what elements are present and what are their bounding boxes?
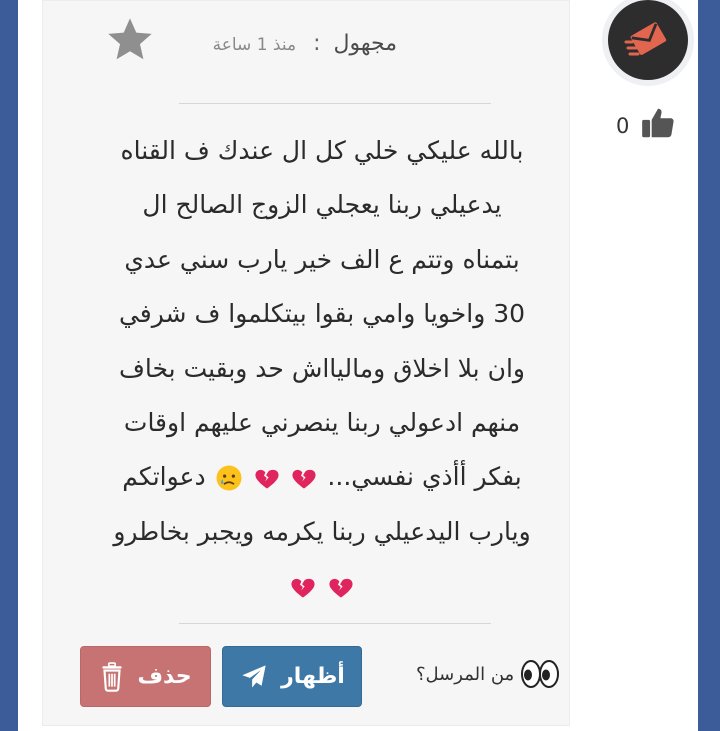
paper-plane-icon — [242, 664, 266, 687]
show-button-label: أظهار — [281, 664, 345, 689]
like-count: 0 — [616, 114, 630, 138]
divider-top — [179, 103, 491, 104]
sender-name: مجهول — [333, 31, 397, 56]
message-line: 30 واخويا وامي بقوا بيتكلموا ف شرفي — [118, 299, 526, 329]
sender-line: مجهول : منذ 1 ساعة — [213, 31, 397, 56]
message-line: بفكر أأذي نفسي... دعواتكم — [78, 450, 566, 504]
broken-heart-icon — [292, 470, 317, 489]
message-line: منهم ادعولي ربنا ينصرني عليهم اوقات — [123, 408, 521, 438]
star-icon[interactable] — [103, 14, 157, 66]
broken-heart-icon — [291, 579, 315, 598]
message-line: وان بلا اخلاق وماليااش حد وبقيت بخاف — [119, 353, 525, 383]
broken-heart-icon — [254, 470, 279, 489]
delete-button-label: حذف — [137, 664, 192, 689]
show-button[interactable]: أظهار — [222, 646, 362, 707]
broken-heart-icon — [329, 579, 353, 598]
message-line: يدعيلي ربنا يعجلي الزوج الصالح ال — [142, 190, 502, 220]
page: مجهول : منذ 1 ساعة بالله عليكي خلي كل ال… — [18, 0, 698, 731]
message-time: منذ 1 ساعة — [212, 35, 297, 55]
message-line-text: دعواتكم — [122, 462, 206, 492]
eyes-icon — [520, 659, 560, 689]
message-line — [78, 559, 566, 613]
divider-bottom — [179, 623, 491, 624]
ask-sender[interactable]: من المرسل؟ — [416, 659, 560, 689]
message-line: ويارب اليدعيلي ربنا يكرمه ويجبر بخاطرو — [113, 516, 531, 546]
trash-icon — [102, 661, 123, 692]
message-line: بالله عليكي خلي كل ال عندك ف القناه — [120, 136, 524, 165]
sender-avatar — [608, 0, 688, 80]
sad-tear-face-icon — [216, 465, 242, 491]
delete-button[interactable]: حذف — [80, 646, 211, 707]
like-control[interactable]: 0 — [616, 104, 696, 144]
message-line: بتمناه وتتم ع الف خير يارب سني عدي — [124, 244, 520, 274]
ask-sender-label: من المرسل؟ — [416, 663, 515, 685]
envelope-icon — [624, 22, 667, 56]
sender-separator: : — [313, 31, 321, 56]
message-line-text: بفكر أأذي نفسي... — [327, 462, 522, 492]
message-body: بالله عليكي خلي كل ال عندك ف القناه يدعي… — [78, 124, 566, 614]
thumbs-up-icon[interactable] — [638, 104, 678, 142]
